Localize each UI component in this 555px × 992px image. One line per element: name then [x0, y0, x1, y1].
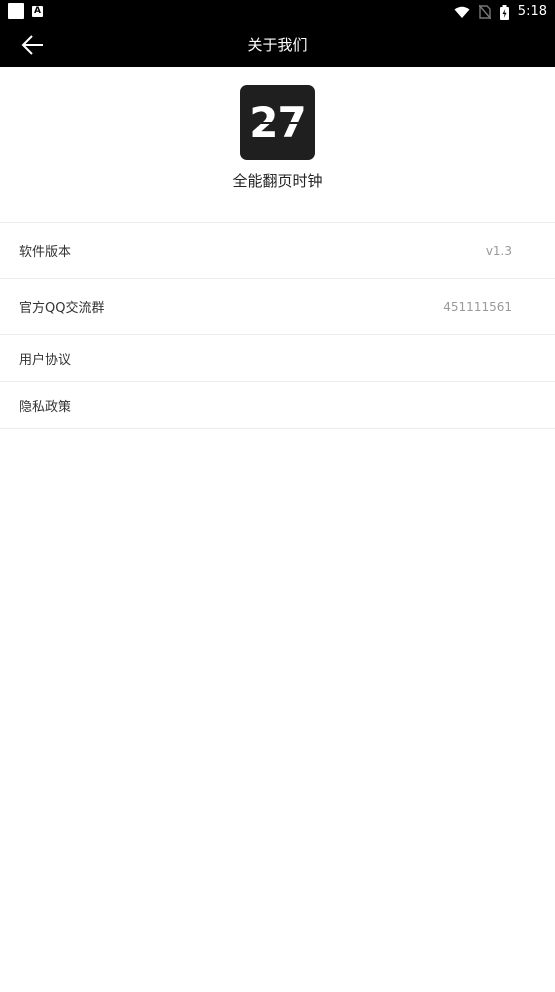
row-value: 451111561	[443, 299, 512, 314]
settings-list: 软件版本 v1.3 官方QQ交流群 451111561 用户协议 隐私政策	[0, 222, 555, 429]
app-bar: 关于我们	[0, 24, 555, 67]
settings-row-version[interactable]: 软件版本 v1.3	[0, 223, 555, 279]
clock-time: 5:18	[517, 4, 547, 19]
settings-row-qq-group[interactable]: 官方QQ交流群 451111561	[0, 279, 555, 335]
row-value: v1.3	[485, 243, 512, 258]
row-label: 用户协议	[19, 352, 72, 368]
app-name: 全能翻页时钟	[232, 172, 323, 190]
wifi-icon	[454, 6, 470, 18]
no-sim-icon	[478, 5, 491, 19]
app-info-header: 27 全能翻页时钟	[0, 67, 555, 222]
settings-row-user-agreement[interactable]: 用户协议	[0, 335, 555, 382]
app-logo: 27	[240, 85, 315, 160]
page-title: 关于我们	[247, 36, 308, 54]
row-label: 软件版本	[19, 245, 72, 260]
status-bar: A 5:18	[0, 0, 555, 24]
row-label: 官方QQ交流群	[19, 301, 105, 316]
battery-icon	[499, 4, 509, 20]
settings-row-privacy-policy[interactable]: 隐私政策	[0, 382, 555, 429]
notification-a-icon: A	[32, 6, 43, 17]
logo-flip-divider	[240, 122, 315, 124]
row-label: 隐私政策	[19, 399, 72, 415]
notification-square-icon	[8, 3, 24, 19]
